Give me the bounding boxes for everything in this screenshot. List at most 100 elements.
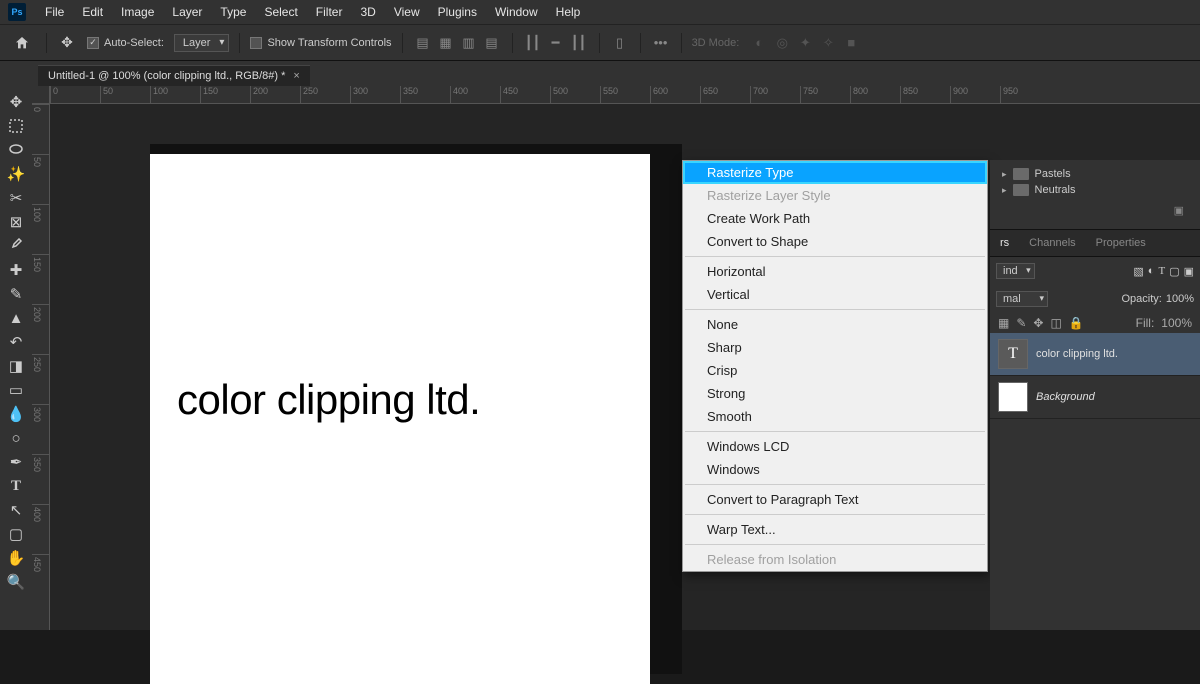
align-center-icon[interactable]: ▦ (436, 35, 456, 51)
folder-icon[interactable]: ▣ (1174, 205, 1184, 217)
document-tab[interactable]: Untitled-1 @ 100% (color clipping ltd., … (38, 65, 310, 86)
lock-artboard-icon[interactable]: ◫ (1050, 316, 1061, 330)
layer-group-dropdown[interactable]: Layer (174, 34, 230, 52)
lock-transparent-icon[interactable]: ▦ (998, 316, 1009, 330)
ctx-aa-crisp[interactable]: Crisp (683, 359, 987, 382)
eyedropper-tool[interactable] (2, 234, 30, 258)
hand-tool[interactable]: ✋ (2, 546, 30, 570)
filter-smart-icon[interactable]: ▣ (1184, 265, 1194, 278)
lock-all-icon[interactable]: 🔒 (1069, 316, 1084, 330)
layer-filter-row: ind ▧ ◐ T ▢ ▣ (990, 257, 1200, 285)
lasso-tool[interactable] (2, 138, 30, 162)
tools-panel: ✥ ✨ ✂ ⊠ ✚ ✎ ▲ ↶ ◨ ▭ 💧 ○ ✒ T ↖ ▢ ✋ 🔍 (0, 86, 32, 630)
ctx-rasterize-type[interactable]: Rasterize Type (683, 161, 987, 184)
pen-tool[interactable]: ✒ (2, 450, 30, 474)
show-transform-option[interactable]: Show Transform Controls (250, 37, 391, 49)
home-icon[interactable] (8, 31, 36, 55)
zoom-tool[interactable]: 🔍 (2, 570, 30, 594)
frame-tool[interactable]: ⊠ (2, 210, 30, 234)
history-brush-tool[interactable]: ↶ (2, 330, 30, 354)
menu-image[interactable]: Image (112, 1, 163, 23)
checkbox-icon[interactable] (250, 37, 262, 49)
tab-channels[interactable]: Channels (1019, 231, 1085, 255)
filter-image-icon[interactable]: ▧ (1133, 265, 1143, 278)
layer-row-background[interactable]: Background (990, 376, 1200, 419)
path-tool[interactable]: ↖ (2, 498, 30, 522)
blend-mode-dropdown[interactable]: mal (996, 291, 1048, 307)
opacity-value[interactable]: 100% (1166, 293, 1194, 305)
filter-shape-icon[interactable]: ▢ (1169, 265, 1179, 278)
ctx-warp-text[interactable]: Warp Text... (683, 518, 987, 541)
divider (239, 33, 240, 53)
3d-icon: ✧ (818, 35, 838, 51)
align-right-icon[interactable]: ▥ (459, 35, 479, 51)
layer-row-text[interactable]: T color clipping ltd. (990, 333, 1200, 376)
menu-layer[interactable]: Layer (163, 1, 211, 23)
close-tab-icon[interactable]: × (293, 70, 299, 82)
menu-edit[interactable]: Edit (73, 1, 112, 23)
move-tool-indicator: ✥ (57, 33, 77, 53)
swatch-folder-pastels[interactable]: ▸ Pastels (1002, 166, 1188, 182)
type-layer-text[interactable]: color clipping ltd. (177, 376, 480, 424)
dodge-tool[interactable]: ○ (2, 426, 30, 450)
divider (599, 33, 600, 53)
ctx-horizontal[interactable]: Horizontal (683, 260, 987, 283)
ctx-windows[interactable]: Windows (683, 458, 987, 481)
ctx-aa-smooth[interactable]: Smooth (683, 405, 987, 428)
horizontal-ruler[interactable]: 0 50 100 150 200 250 300 350 400 450 500… (50, 86, 1200, 104)
brush-tool[interactable]: ✎ (2, 282, 30, 306)
align-left-icon[interactable]: ▤ (413, 35, 433, 51)
filter-adjust-icon[interactable]: ◐ (1148, 265, 1155, 277)
ctx-aa-sharp[interactable]: Sharp (683, 336, 987, 359)
move-tool[interactable]: ✥ (2, 90, 30, 114)
distribute-spacing-icon[interactable]: ▯ (610, 35, 630, 51)
ctx-windows-lcd[interactable]: Windows LCD (683, 435, 987, 458)
lock-row: ▦ ✎ ✥ ◫ 🔒 Fill: 100% (990, 313, 1200, 333)
lock-paint-icon[interactable]: ✎ (1016, 316, 1026, 330)
lock-move-icon[interactable]: ✥ (1033, 316, 1043, 330)
fill-value[interactable]: 100% (1161, 316, 1192, 330)
ctx-aa-none[interactable]: None (683, 313, 987, 336)
auto-select-option[interactable]: ✓ Auto-Select: (87, 37, 164, 49)
tab-layers[interactable]: rs (990, 231, 1019, 255)
shape-tool[interactable]: ▢ (2, 522, 30, 546)
filter-type-icon[interactable]: T (1158, 265, 1165, 277)
distribute-icon[interactable]: ┃┃ (569, 35, 589, 51)
ctx-convert-paragraph[interactable]: Convert to Paragraph Text (683, 488, 987, 511)
menu-help[interactable]: Help (547, 1, 590, 23)
menu-view[interactable]: View (385, 1, 429, 23)
ctx-aa-strong[interactable]: Strong (683, 382, 987, 405)
distribute-icon[interactable]: ┃┃ (523, 35, 543, 51)
type-context-menu: Rasterize Type Rasterize Layer Style Cre… (682, 160, 988, 572)
menu-type[interactable]: Type (211, 1, 255, 23)
menu-file[interactable]: File (36, 1, 73, 23)
layer-name[interactable]: color clipping ltd. (1036, 348, 1118, 360)
checkbox-icon[interactable]: ✓ (87, 37, 99, 49)
layer-name[interactable]: Background (1036, 391, 1095, 403)
menu-filter[interactable]: Filter (307, 1, 352, 23)
vertical-ruler[interactable]: 0 50 100 150 200 250 300 350 400 450 (32, 104, 50, 630)
ctx-convert-shape[interactable]: Convert to Shape (683, 230, 987, 253)
menu-select[interactable]: Select (255, 1, 306, 23)
swatch-folder-neutrals[interactable]: ▸ Neutrals (1002, 182, 1188, 198)
distribute-icon[interactable]: ━ (546, 35, 566, 51)
eraser-tool[interactable]: ◨ (2, 354, 30, 378)
blur-tool[interactable]: 💧 (2, 402, 30, 426)
wand-tool[interactable]: ✨ (2, 162, 30, 186)
ctx-create-work-path[interactable]: Create Work Path (683, 207, 987, 230)
stamp-tool[interactable]: ▲ (2, 306, 30, 330)
menu-plugins[interactable]: Plugins (429, 1, 486, 23)
menu-window[interactable]: Window (486, 1, 547, 23)
healing-tool[interactable]: ✚ (2, 258, 30, 282)
align-top-icon[interactable]: ▤ (482, 35, 502, 51)
crop-tool[interactable]: ✂ (2, 186, 30, 210)
filter-kind-dropdown[interactable]: ind (996, 263, 1035, 279)
ctx-vertical[interactable]: Vertical (683, 283, 987, 306)
more-icon[interactable]: ••• (651, 35, 671, 51)
type-tool[interactable]: T (2, 474, 30, 498)
distribute-group: ┃┃ ━ ┃┃ (523, 35, 589, 51)
gradient-tool[interactable]: ▭ (2, 378, 30, 402)
marquee-tool[interactable] (2, 114, 30, 138)
tab-properties[interactable]: Properties (1086, 231, 1156, 255)
menu-3d[interactable]: 3D (351, 1, 384, 23)
